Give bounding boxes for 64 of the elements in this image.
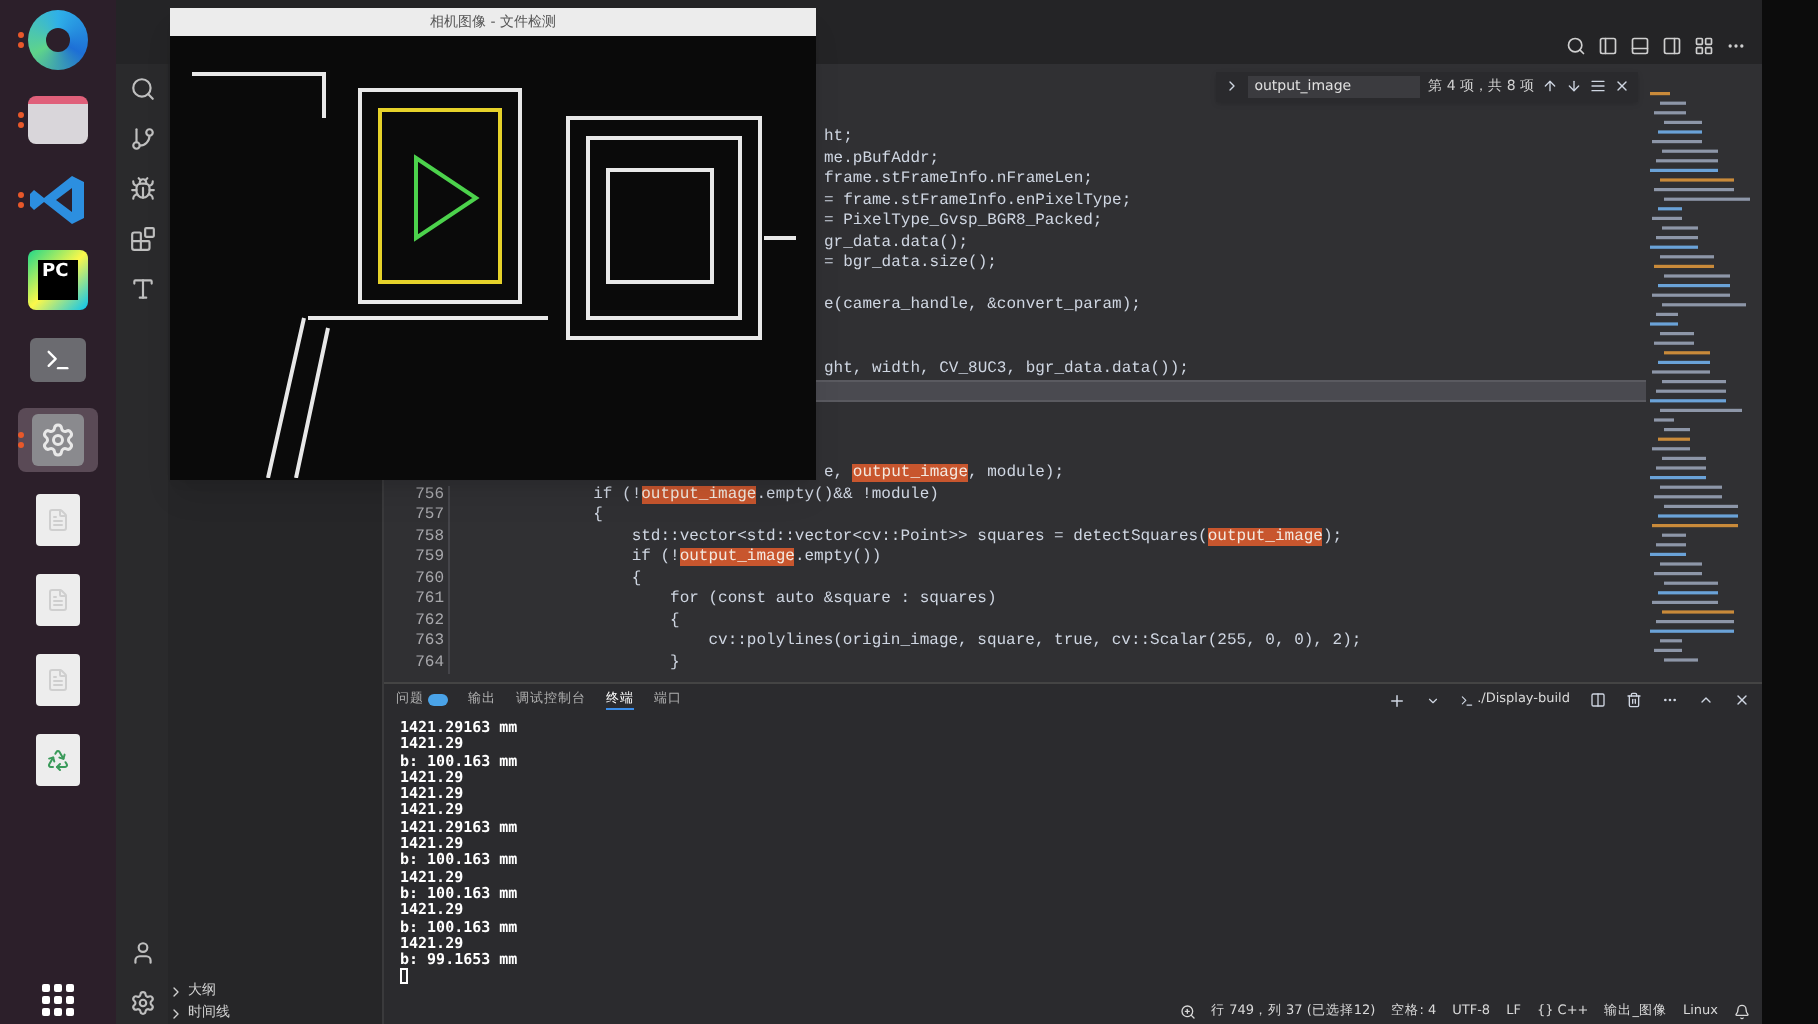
code-line: if (!output_image.empty()&& !module) (448, 485, 939, 506)
code-line: { (448, 569, 642, 590)
code-line: = bgr_data.size(); (822, 254, 999, 275)
line-number: 761 (413, 590, 446, 611)
app-grid-icon[interactable] (42, 984, 74, 1016)
dock-item[interactable]: PC (18, 248, 98, 312)
branch-icon[interactable] (129, 126, 155, 152)
line-number: 763 (413, 632, 446, 653)
line-number: 757 (413, 506, 446, 527)
code-line: gr_data.data(); (822, 233, 971, 254)
bell-icon[interactable] (1734, 1003, 1750, 1019)
line-number: 762 (413, 611, 446, 632)
close-icon[interactable] (1734, 692, 1750, 708)
line-number: 764 (413, 653, 446, 674)
lines-icon[interactable] (1590, 78, 1606, 95)
search-icon[interactable] (1566, 36, 1586, 56)
extensions-icon[interactable] (129, 226, 155, 252)
arrow-up-icon[interactable] (1542, 78, 1558, 95)
code-line: cv::polylines(origin_image, square, true, cv::Scalar(255, 0, 0), 2); (448, 632, 1362, 653)
bug-icon[interactable] (129, 176, 155, 202)
dock-item[interactable] (18, 408, 98, 472)
settings-icon[interactable] (129, 990, 155, 1016)
terminal-cursor (400, 968, 408, 985)
search-icon[interactable] (129, 76, 155, 102)
document-icon (36, 494, 80, 546)
code-line: ht; (822, 128, 855, 149)
code-line: if (!output_image.empty()) (448, 548, 882, 569)
terminal-icon (30, 338, 86, 382)
document-icon (36, 654, 80, 706)
document-icon (36, 574, 80, 626)
panel-left-icon[interactable] (1598, 36, 1618, 56)
code-line: { (448, 506, 603, 527)
split-icon[interactable] (1590, 692, 1606, 708)
layout-icon[interactable] (1694, 36, 1714, 56)
code-line: } (448, 653, 680, 674)
chevron-up-icon[interactable] (1698, 692, 1714, 708)
ide-icon: PC (28, 250, 88, 310)
code-line: e(camera_handle, &convert_param); (822, 296, 1143, 317)
close-icon[interactable] (1614, 78, 1630, 95)
add-icon[interactable] (1387, 691, 1406, 709)
folder-icon (28, 96, 88, 144)
code-line: = PixelType_Gvsp_BGR8_Packed; (822, 212, 1105, 233)
code-line: for (const auto &square : squares) (448, 590, 997, 611)
line-number: 759 (413, 548, 446, 569)
arrow-down-icon[interactable] (1566, 78, 1582, 95)
panel-bottom-icon[interactable] (1630, 36, 1650, 56)
line-number: 758 (413, 527, 446, 548)
line-number: 760 (413, 569, 446, 590)
account-icon[interactable] (129, 940, 155, 966)
count-badge (428, 694, 448, 706)
panel-right-icon[interactable] (1662, 36, 1682, 56)
zoom-icon[interactable] (1179, 1003, 1195, 1019)
code-line: me.pBufAddr; (822, 149, 942, 170)
code-line: { (448, 611, 680, 632)
line-number: 756 (413, 485, 446, 506)
code-line: frame.stFrameInfo.nFrameLen; (822, 170, 1095, 191)
browser-icon (28, 10, 88, 70)
code-editor-icon (28, 170, 88, 230)
code-line: ght, width, CV_8UC3, bgr_data.data()); (822, 359, 1191, 380)
settings-icon (32, 414, 84, 466)
font-icon[interactable] (129, 276, 155, 302)
code-line: = frame.stFrameInfo.enPixelType; (822, 191, 1134, 212)
terminal-icon (1459, 693, 1474, 707)
caret-icon[interactable] (1425, 693, 1440, 707)
